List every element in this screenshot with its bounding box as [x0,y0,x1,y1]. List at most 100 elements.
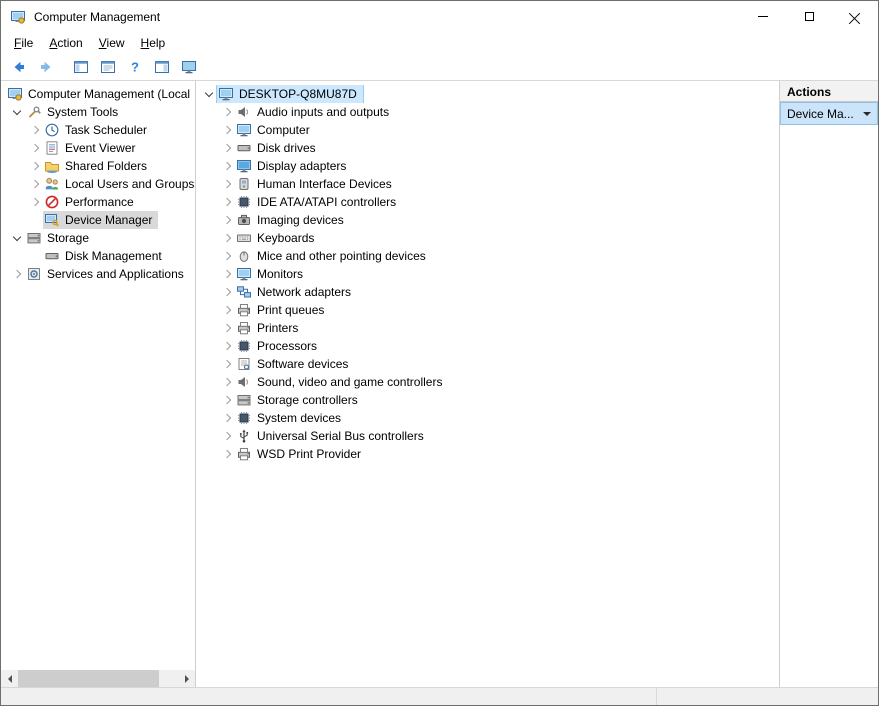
chevron-icon[interactable] [27,193,43,211]
device-item-selection: Print queues [235,301,330,319]
device-tree-item[interactable]: WSD Print Provider [196,445,779,463]
chevron-icon[interactable] [219,139,235,157]
device-label: Software devices [257,357,350,371]
chevron-icon[interactable] [27,175,43,193]
chevron-icon[interactable] [219,445,235,463]
device-tree-item[interactable]: System devices [196,409,779,427]
item-icon [26,230,42,246]
device-tree-item[interactable]: Printers [196,319,779,337]
chevron-icon[interactable] [219,193,235,211]
chevron-icon[interactable] [219,157,235,175]
chevron-icon[interactable] [219,283,235,301]
device-tree-item[interactable]: Storage controllers [196,391,779,409]
device-label: Audio inputs and outputs [257,105,391,119]
chevron-icon[interactable] [9,229,25,247]
item-icon [44,176,60,192]
device-tree-item[interactable]: Sound, video and game controllers [196,373,779,391]
close-button[interactable] [832,1,878,32]
chevron-icon[interactable] [219,103,235,121]
console-window-button[interactable] [175,55,202,79]
chevron-icon[interactable] [27,157,43,175]
scroll-left-button[interactable] [1,670,18,687]
tree-item[interactable]: Storage [1,229,195,247]
tree-item[interactable]: Local Users and Groups [1,175,195,193]
tree-item[interactable]: Services and Applications [1,265,195,283]
item-icon [26,104,42,120]
tree-item[interactable]: Event Viewer [1,139,195,157]
chevron-icon[interactable] [27,139,43,157]
tree-item[interactable]: Task Scheduler [1,121,195,139]
maximize-button[interactable] [786,1,832,32]
device-label: Printers [257,321,300,335]
status-bar [1,687,878,705]
chevron-icon[interactable] [27,121,43,139]
chevron-icon[interactable] [219,337,235,355]
help-button[interactable] [121,55,148,79]
minimize-button[interactable] [740,1,786,32]
item-icon [44,212,60,228]
chevron-icon[interactable] [219,265,235,283]
chevron-icon[interactable] [27,211,43,229]
chevron-icon[interactable] [219,175,235,193]
device-tree-item[interactable]: Audio inputs and outputs [196,103,779,121]
device-label: Processors [257,339,319,353]
device-tree-item[interactable]: Processors [196,337,779,355]
device-tree-item[interactable]: Computer [196,121,779,139]
properties-button[interactable] [94,55,121,79]
device-tree-item[interactable]: Universal Serial Bus controllers [196,427,779,445]
show-console-tree-button[interactable] [67,55,94,79]
chevron-icon[interactable] [219,373,235,391]
scroll-right-button[interactable] [178,670,195,687]
chevron-icon[interactable] [219,355,235,373]
chevron-icon[interactable] [219,427,235,445]
show-action-pane-button[interactable] [148,55,175,79]
tree-item[interactable]: Performance [1,193,195,211]
scrollbar-track[interactable] [18,670,178,687]
item-icon [26,266,42,282]
device-tree-item[interactable]: Mice and other pointing devices [196,247,779,265]
item-label: Task Scheduler [65,123,149,137]
chevron-icon[interactable] [219,391,235,409]
menu-item[interactable]: View [91,34,133,52]
chevron-icon[interactable] [27,247,43,265]
chevron-icon[interactable] [219,319,235,337]
toolbar [1,53,878,81]
tree-item[interactable]: System Tools [1,103,195,121]
chevron-icon[interactable] [9,265,25,283]
device-manager-actions-button[interactable]: Device Ma... [780,102,878,125]
chevron-icon[interactable] [219,211,235,229]
device-tree-item[interactable]: Print queues [196,301,779,319]
chevron-icon[interactable] [9,103,25,121]
menu-item[interactable]: File [6,34,41,52]
device-tree-item[interactable]: Display adapters [196,157,779,175]
menu-item[interactable]: Action [41,34,90,52]
device-tree-item[interactable]: Keyboards [196,229,779,247]
item-label: Local Users and Groups [65,177,195,191]
device-icon [236,122,252,138]
device-tree-item[interactable]: Human Interface Devices [196,175,779,193]
tree-item[interactable]: Computer Management (Local [1,85,195,103]
tree-item[interactable]: Disk Management [1,247,195,265]
device-tree-item[interactable]: Software devices [196,355,779,373]
tree-item[interactable]: Device Manager [1,211,195,229]
back-button[interactable] [5,55,32,79]
forward-button[interactable] [32,55,59,79]
device-tree-item[interactable]: Monitors [196,265,779,283]
chevron-icon[interactable] [219,301,235,319]
scrollbar-thumb[interactable] [18,670,159,687]
chevron-icon[interactable] [219,229,235,247]
menu-item[interactable]: Help [133,34,174,52]
chevron-icon[interactable] [201,85,217,103]
device-tree-item[interactable]: IDE ATA/ATAPI controllers [196,193,779,211]
chevron-icon[interactable] [219,121,235,139]
device-tree-item[interactable]: Disk drives [196,139,779,157]
tree-item[interactable]: Shared Folders [1,157,195,175]
chevron-icon[interactable] [219,409,235,427]
horizontal-scrollbar[interactable] [1,670,195,687]
device-tree-item[interactable]: DESKTOP-Q8MU87D [196,85,779,103]
device-tree-item[interactable]: Network adapters [196,283,779,301]
item-icon [44,194,60,210]
device-tree-item[interactable]: Imaging devices [196,211,779,229]
device-item-selection: Mice and other pointing devices [235,247,432,265]
chevron-icon[interactable] [219,247,235,265]
